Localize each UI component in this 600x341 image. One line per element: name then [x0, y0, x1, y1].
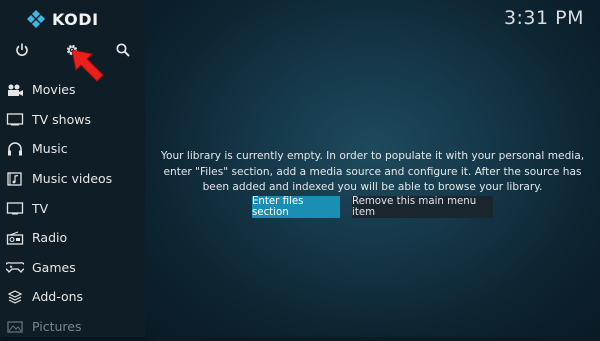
addons-icon: [6, 290, 24, 304]
menu-item-label: Pictures: [32, 319, 82, 335]
kodi-logo-icon: [27, 10, 45, 28]
music-videos-icon: [6, 171, 24, 186]
tv-shows-icon: [6, 112, 24, 126]
kodi-logo-text: KODI: [52, 9, 99, 29]
pictures-icon: [6, 320, 24, 334]
menu-item-radio[interactable]: Radio: [0, 223, 145, 253]
menu-item-label: Games: [32, 259, 76, 275]
clock: 3:31 PM: [503, 7, 584, 29]
gamepad-icon: [6, 260, 24, 274]
empty-library-message: Your library is currently empty. In orde…: [160, 150, 585, 193]
movies-icon: [6, 83, 24, 97]
enter-files-section-button[interactable]: Enter files section: [252, 196, 340, 218]
menu-item-tv[interactable]: TV: [0, 193, 145, 223]
annotation-arrow-icon: [71, 49, 104, 82]
power-icon[interactable]: [14, 42, 30, 58]
remove-main-menu-item-button[interactable]: Remove this main menu item: [352, 196, 493, 218]
menu-item-label: Radio: [32, 230, 68, 246]
menu-item-label: Music videos: [32, 171, 113, 187]
kodi-logo: KODI: [26, 8, 99, 30]
radio-icon: [6, 231, 24, 245]
search-icon[interactable]: [115, 42, 131, 58]
menu-item-label: Add-ons: [32, 289, 84, 305]
menu-item-label: TV: [32, 200, 49, 216]
menu-item-label: Music: [32, 141, 68, 157]
menu-item-label: TV shows: [32, 111, 91, 127]
main-menu: Movies TV shows Music Music videos TV Ra…: [0, 75, 145, 341]
menu-item-tv-shows[interactable]: TV shows: [0, 105, 145, 135]
menu-item-music[interactable]: Music: [0, 134, 145, 164]
headphones-icon: [6, 142, 24, 156]
menu-item-add-ons[interactable]: Add-ons: [0, 282, 145, 312]
menu-item-music-videos[interactable]: Music videos: [0, 164, 145, 194]
menu-item-games[interactable]: Games: [0, 253, 145, 283]
menu-item-label: Movies: [32, 82, 76, 98]
tv-icon: [6, 201, 24, 215]
